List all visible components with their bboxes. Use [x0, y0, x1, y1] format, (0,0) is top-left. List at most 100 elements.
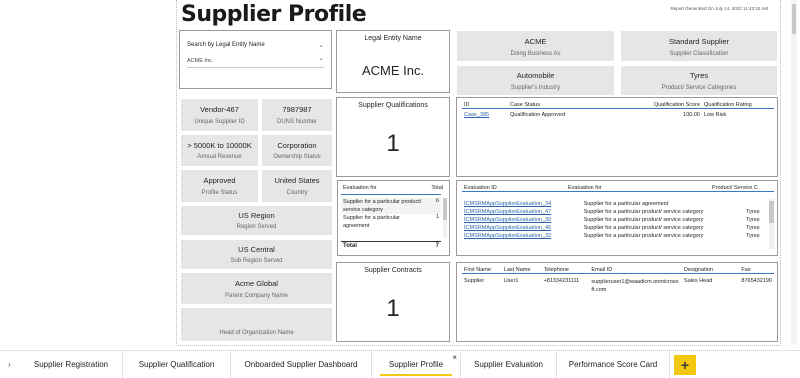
table-row[interactable]: ICMSRMAppSupplierEvaluation_32 Supplier …	[462, 232, 767, 240]
col-evaluation-for[interactable]: Evaluation for	[566, 185, 710, 192]
close-icon[interactable]: ×	[452, 344, 457, 371]
product-service-cell: Tyres	[746, 217, 760, 223]
table-row[interactable]: Supplier for a particular product/ servi…	[341, 198, 441, 214]
header-divider	[341, 194, 441, 195]
evaluation-summary-table: Evaluation for Total Supplier for a part…	[337, 180, 450, 256]
card-region-served: US Region Region Served	[181, 206, 332, 235]
product-service-cell	[744, 200, 767, 208]
card-value: US Region	[238, 211, 275, 220]
slicer-selected-value[interactable]: ACME Inc. ⌄	[187, 55, 324, 68]
qualification-rating-cell: Low Risk	[704, 112, 727, 118]
tab-performance-score-card[interactable]: Performance Score Card	[557, 351, 670, 378]
card-value: Approved	[203, 176, 236, 185]
card-profile-status: Approved Profile Status	[181, 170, 258, 202]
active-tab-indicator	[380, 374, 452, 376]
evaluation-for-cell: Supplier for a particular agreement	[583, 201, 669, 207]
legal-entity-value: ACME Inc.	[361, 63, 425, 78]
table-row[interactable]: ICMSRMAppSupplierEvaluation_30 Supplier …	[462, 216, 767, 224]
chevron-down-icon[interactable]: ⌄	[318, 54, 324, 62]
card-supplier-classification: Standard Supplier Supplier Classificatio…	[621, 31, 777, 61]
tab-label: Onboarded Supplier Dashboard	[244, 360, 358, 369]
legal-entity-card: Legal Entity Name ACME Inc.	[336, 30, 450, 93]
table-row[interactable]: Supplier User1 +81334231111 supplieruser…	[462, 274, 774, 295]
vertical-scrollbar[interactable]	[443, 198, 447, 238]
tab-onboarded-supplier-dashboard[interactable]: Onboarded Supplier Dashboard	[231, 351, 372, 378]
product-service-cell: Tyres	[746, 233, 760, 239]
tab-label: Supplier Profile	[388, 360, 444, 369]
evaluation-id-link[interactable]: ICMSRMAppSupplierEvaluation_30	[462, 216, 582, 224]
col-evaluation-for[interactable]: Evaluation for	[341, 185, 414, 191]
total-label: Total	[343, 243, 357, 249]
card-head-of-organization: Head of Organization Name	[181, 308, 332, 341]
evaluation-detail-table: Evaluation ID Evaluation for Product/ Se…	[456, 180, 778, 256]
card-value: > 5000K to 10000K	[187, 141, 252, 150]
table-row[interactable]: ICMSRMAppSupplierEvaluation_47 Supplier …	[462, 208, 767, 216]
card-duns-number: 7987987 DUNS Number	[262, 99, 332, 131]
qualifications-count: 1	[386, 130, 400, 157]
card-value: United States	[274, 176, 320, 185]
card-value: Vendor-467	[200, 105, 239, 114]
slicer-title: Search by Legal Entity Name	[187, 42, 265, 48]
table-row[interactable]: ICMSRMAppSupplierEvaluation_34 Supplier …	[462, 200, 767, 208]
card-label: Supplier Classification	[669, 51, 729, 57]
col-total[interactable]: Total	[414, 185, 445, 191]
table-row[interactable]: ICMSRMAppSupplierEvaluation_46 Supplier …	[462, 224, 767, 232]
email-cell: supplieruser1@waadicm.onmicrosoft.com	[591, 279, 679, 293]
scrollbar-thumb[interactable]	[769, 201, 774, 223]
tab-supplier-profile[interactable]: Supplier Profile ×	[372, 351, 461, 378]
evaluation-for-cell: Supplier for a particular product/ servi…	[583, 225, 704, 231]
card-label: Product/ Service Categories	[661, 85, 737, 91]
chevron-right-icon[interactable]: ›	[8, 351, 11, 378]
table-row[interactable]: Supplier for a particular agreement 1	[341, 214, 441, 230]
card-label: Profile Status	[201, 190, 238, 196]
case-id-link[interactable]: Case_385	[462, 109, 508, 118]
report-canvas: Supplier Profile Report Generated On Jul…	[176, 0, 781, 346]
card-annual-revenue: > 5000K to 10000K Annual Revenue	[181, 135, 258, 166]
report-scrollbar[interactable]	[791, 0, 797, 345]
evaluation-id-link[interactable]: ICMSRMAppSupplierEvaluation_32	[462, 232, 582, 240]
evaluation-for-cell: Supplier for a particular product/ servi…	[583, 209, 704, 215]
product-service-cell: Tyres	[746, 225, 760, 231]
card-label: Head of Organization Name	[219, 330, 294, 336]
tab-supplier-qualification[interactable]: Supplier Qualification	[123, 351, 231, 378]
total-cell: 6	[435, 198, 439, 204]
evaluation-id-link[interactable]: ICMSRMAppSupplierEvaluation_47	[462, 208, 582, 216]
evaluation-id-link[interactable]: ICMSRMAppSupplierEvaluation_34	[462, 200, 582, 208]
first-name-cell: Supplier	[464, 278, 485, 284]
contracts-label: Supplier Contracts	[364, 267, 422, 274]
evaluation-for-cell: Supplier for a particular product/ servi…	[583, 217, 704, 223]
evaluation-id-link[interactable]: ICMSRMAppSupplierEvaluation_46	[462, 224, 582, 232]
card-label: Parent Company Name	[225, 293, 288, 299]
card-doing-business-as: ACME Doing Business As	[457, 31, 614, 61]
card-label: Supplier's Industry	[510, 85, 561, 91]
tab-supplier-evaluation[interactable]: Supplier Evaluation	[461, 351, 557, 378]
page-title: Supplier Profile	[181, 2, 367, 27]
card-value: 7987987	[282, 105, 312, 114]
tab-label: Supplier Registration	[33, 360, 109, 369]
vertical-scrollbar[interactable]	[769, 199, 774, 249]
tab-label: Supplier Evaluation	[474, 360, 543, 369]
qualification-cases-table: ID Case Status Qualification Score Quali…	[456, 97, 778, 177]
col-product-service-category[interactable]: Product/ Service C	[710, 185, 774, 192]
card-unique-supplier-id: Vendor-467 Unique Supplier ID	[181, 99, 258, 131]
legal-entity-slicer[interactable]: Search by Legal Entity Name ⌄ ACME Inc. …	[179, 30, 332, 89]
tab-label: Supplier Qualification	[138, 360, 215, 369]
supplier-contracts-card: Supplier Contracts 1	[336, 262, 450, 342]
scrollbar-thumb[interactable]	[443, 198, 447, 220]
card-label: DUNS Number	[276, 119, 317, 125]
designation-cell: Sales Head	[683, 278, 713, 284]
evaluation-for-cell: Supplier for a particular agreement	[343, 215, 400, 229]
scrollbar-thumb[interactable]	[792, 4, 796, 34]
card-value: ACME	[524, 37, 547, 46]
fax-cell: 8765432190	[741, 278, 772, 284]
card-value: Automobile	[516, 71, 555, 80]
contracts-count: 1	[386, 295, 400, 322]
col-evaluation-id[interactable]: Evaluation ID	[462, 185, 566, 192]
table-row[interactable]: Case_385 Qualification Approved 100.00 L…	[462, 109, 774, 118]
card-value: Tyres	[689, 71, 709, 80]
add-page-button[interactable]: +	[674, 355, 696, 375]
case-status-cell: Qualification Approved	[510, 112, 566, 118]
total-value: 7	[435, 243, 439, 249]
chevron-down-icon[interactable]: ⌄	[318, 41, 324, 49]
tab-supplier-registration[interactable]: Supplier Registration	[20, 351, 123, 378]
